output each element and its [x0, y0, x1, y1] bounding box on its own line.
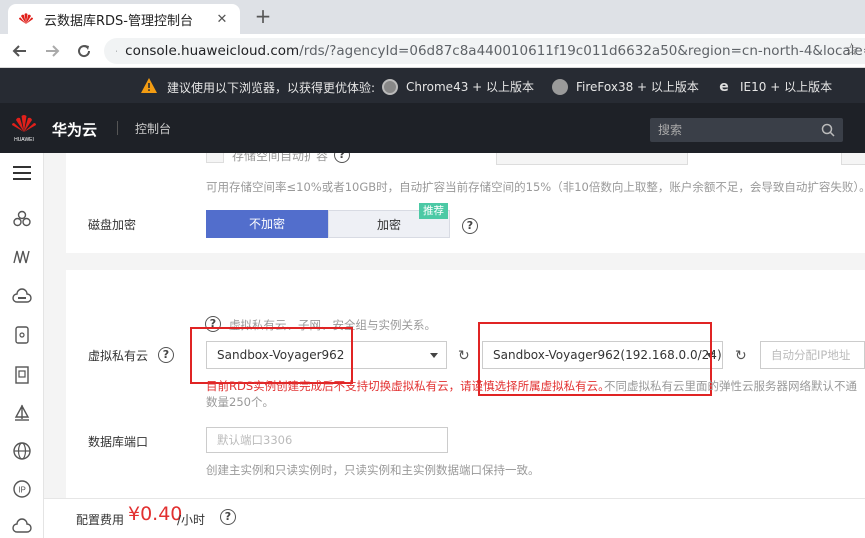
highlight-box-vpc: [190, 327, 353, 384]
firefox-label: FireFox38 + 以上版本: [576, 80, 699, 94]
chrome-icon: [382, 78, 398, 95]
port-placeholder: 默认端口3306: [217, 433, 293, 447]
firefox-link[interactable]: FireFox38 + 以上版本: [552, 78, 699, 95]
fee-label: 配置费用: [76, 513, 125, 527]
svg-text:IP: IP: [18, 486, 26, 495]
tab-close-icon[interactable]: ✕: [214, 12, 230, 27]
chevron-down-icon: [430, 353, 438, 358]
back-arrow-icon: [12, 44, 26, 57]
storage-threshold-input[interactable]: [496, 153, 688, 165]
menu-icon[interactable]: [12, 163, 32, 183]
ie-label: IE10 + 以上版本: [740, 80, 833, 94]
subnet-refresh-icon[interactable]: ↻: [735, 348, 747, 364]
port-hint: 创建主实例和只读实例时，只读实例和主实例数据端口保持一致。: [206, 463, 540, 477]
address-bar[interactable]: console.huaweicloud.com/rds/?agencyId=06…: [104, 38, 865, 64]
storage-panel: 存储空间自动扩容 ? 可用存储空间率≤10%或者10GB时，自动扩容当前存储空间…: [66, 153, 865, 253]
autoscale-help-icon[interactable]: ?: [334, 153, 350, 163]
browser-tab[interactable]: 云数据库RDS-管理控制台 ✕: [8, 4, 240, 34]
port-input[interactable]: 默认端口3306: [206, 427, 448, 453]
network-panel: ? 虚拟私有云、子网、安全组与实例关系。 虚拟私有云 ? Sandbox-Voy…: [66, 270, 865, 498]
reload-icon: [78, 44, 91, 57]
recommended-badge: 推荐: [419, 203, 448, 219]
ip-address-input[interactable]: 自动分配IP地址: [760, 341, 865, 369]
ip-address-placeholder: 自动分配IP地址: [771, 348, 851, 362]
vpc-label: 虚拟私有云: [88, 349, 149, 363]
firefox-icon: [552, 78, 568, 95]
encryption-off-button[interactable]: 不加密: [206, 210, 328, 238]
browser-tabstrip: 云数据库RDS-管理控制台 ✕ +: [0, 0, 865, 34]
ip-icon[interactable]: IP: [12, 479, 32, 499]
vpc-refresh-icon[interactable]: ↻: [458, 348, 470, 364]
storage-limit-input[interactable]: [841, 153, 865, 165]
console-header: HUAWEI 华为云 控制台 搜索: [0, 103, 865, 153]
port-label: 数据库端口: [88, 435, 149, 449]
back-button[interactable]: [4, 37, 36, 65]
url-path: /rds/?agencyId=06d87c8a440010611f19c011d…: [299, 43, 865, 59]
huawei-logo[interactable]: HUAWEI: [10, 112, 38, 144]
fee-unit: /小时: [177, 513, 206, 527]
forward-arrow-icon: [46, 44, 60, 57]
document-icon[interactable]: [12, 365, 32, 385]
encryption-help-icon[interactable]: ?: [462, 218, 478, 234]
main-content: 存储空间自动扩容 ? 可用存储空间率≤10%或者10GB时，自动扩容当前存储空间…: [44, 153, 865, 498]
console-link[interactable]: 控制台: [135, 120, 171, 137]
chrome-label: Chrome43 + 以上版本: [406, 80, 535, 94]
cloud-database-icon[interactable]: [12, 517, 32, 537]
header-search-input[interactable]: 搜索: [650, 118, 843, 142]
search-icon[interactable]: [821, 123, 835, 137]
price-footer: 配置费用 ¥0.40 /小时 ?: [44, 498, 865, 538]
vpc-warning-line2: 数量250个。: [206, 395, 274, 409]
autoscale-label: 存储空间自动扩容: [232, 153, 329, 163]
browser-warning-bar: 建议使用以下浏览器，以获得更优体验: Chrome43 + 以上版本 FireF…: [0, 68, 865, 103]
new-tab-button[interactable]: +: [252, 6, 274, 28]
warning-text: 建议使用以下浏览器，以获得更优体验:: [167, 81, 376, 95]
header-divider: [117, 121, 118, 135]
search-placeholder: 搜索: [658, 123, 683, 137]
sail-icon[interactable]: [12, 403, 32, 423]
ie-icon: e: [719, 78, 729, 95]
encryption-label: 磁盘加密: [88, 218, 137, 232]
reload-button[interactable]: [68, 37, 100, 65]
lock-icon: [116, 50, 117, 52]
warning-triangle-icon: [141, 78, 157, 93]
fee-price: ¥0.40: [128, 503, 183, 525]
huawei-logo-icon: [19, 13, 33, 24]
ie-link[interactable]: e IE10 + 以上版本: [716, 78, 832, 95]
chrome-link[interactable]: Chrome43 + 以上版本: [382, 78, 534, 95]
globe-icon[interactable]: [12, 441, 32, 461]
cluster-icon[interactable]: [12, 209, 32, 229]
url-text: console.huaweicloud.com/rds/?agencyId=06…: [125, 43, 865, 59]
network-icon[interactable]: [12, 247, 32, 267]
cloud-icon[interactable]: [12, 287, 32, 307]
device-icon[interactable]: [12, 325, 32, 345]
vpc-warning-gray: 不同虚拟私有云里面的弹性云服务器网络默认不通: [604, 379, 857, 393]
autoscale-checkbox[interactable]: [206, 153, 224, 163]
vpc-warning-red: 目前RDS实例创建完成后不支持切换虚拟私有云，请谨慎选择所属虚拟私有云。: [206, 379, 610, 393]
url-host: console.huaweicloud.com: [125, 43, 300, 59]
brand-name[interactable]: 华为云: [52, 119, 97, 140]
left-sidebar: IP: [0, 153, 44, 538]
forward-button[interactable]: [36, 37, 68, 65]
autoscale-hint: 可用存储空间率≤10%或者10GB时，自动扩容当前存储空间的15%（非10倍数向…: [206, 180, 865, 194]
fee-help-icon[interactable]: ?: [220, 509, 236, 525]
huawei-logo-text: HUAWEI: [14, 137, 34, 143]
tab-title: 云数据库RDS-管理控制台: [44, 13, 193, 29]
vpc-label-help-icon[interactable]: ?: [158, 347, 174, 363]
bookmark-star-icon[interactable]: ☆: [844, 40, 859, 60]
browser-toolbar: console.huaweicloud.com/rds/?agencyId=06…: [0, 34, 865, 68]
